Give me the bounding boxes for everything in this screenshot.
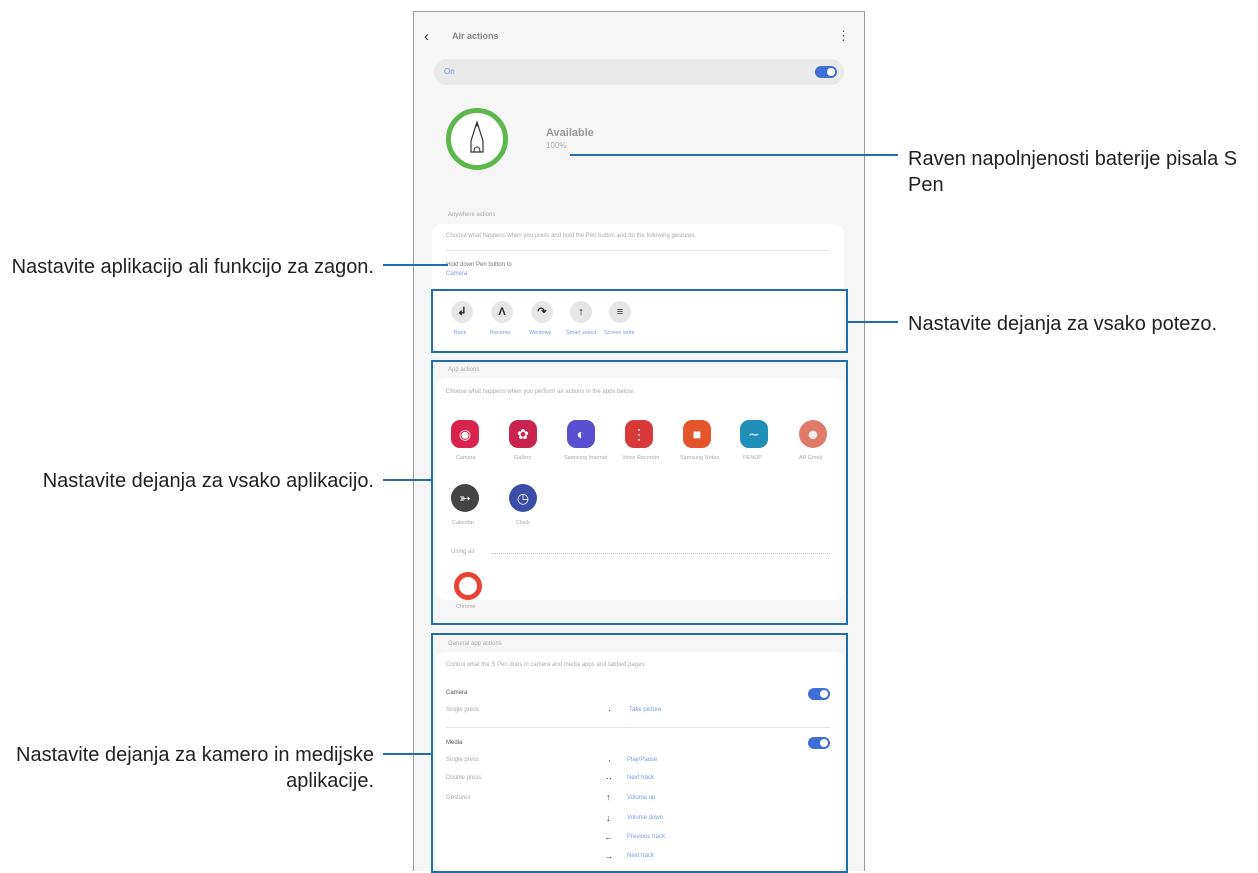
apps-highlight xyxy=(431,360,848,625)
hold-pen-button-value[interactable]: Camera xyxy=(446,271,467,277)
launch-annotation: Nastavite aplikacijo ali funkcijo za zag… xyxy=(11,256,374,278)
gestures-highlight xyxy=(431,289,848,353)
s-pen-icon xyxy=(470,121,484,153)
back-chevron-icon[interactable]: ‹ xyxy=(424,28,429,45)
pen-battery-ring xyxy=(446,108,508,170)
master-switch-row[interactable]: On xyxy=(434,59,844,85)
anywhere-section-header: Anywhere actions xyxy=(448,212,496,218)
status-available: Available xyxy=(546,127,594,139)
battery-level: 100% xyxy=(546,141,567,150)
camera-media-callout-line xyxy=(383,753,431,755)
launch-callout-line xyxy=(383,264,448,266)
hold-pen-button-label[interactable]: Hold down Pen button to xyxy=(446,262,512,268)
apps-annotation: Nastavite dejanja za vsako aplikacijo. xyxy=(42,470,374,492)
general-highlight xyxy=(431,633,848,873)
apps-callout-line xyxy=(383,479,431,481)
divider xyxy=(446,250,830,251)
anywhere-description: Choose what happens when you press and h… xyxy=(446,233,697,239)
gestures-annotation: Nastavite dejanja za vsako potezo. xyxy=(908,313,1218,335)
master-toggle[interactable] xyxy=(815,66,837,78)
battery-callout-line xyxy=(570,154,898,156)
on-label: On xyxy=(444,67,455,76)
screen-title: Air actions xyxy=(452,31,499,41)
more-options-icon[interactable]: ⋮ xyxy=(837,28,850,44)
battery-annotation: Raven napolnjenosti baterije pisala S Pe… xyxy=(908,148,1238,196)
top-app-bar: ‹ Air actions ⋮ xyxy=(414,26,864,50)
camera-media-annotation: Nastavite dejanja za kamero in medijske … xyxy=(16,744,374,792)
gestures-callout-line xyxy=(848,321,898,323)
